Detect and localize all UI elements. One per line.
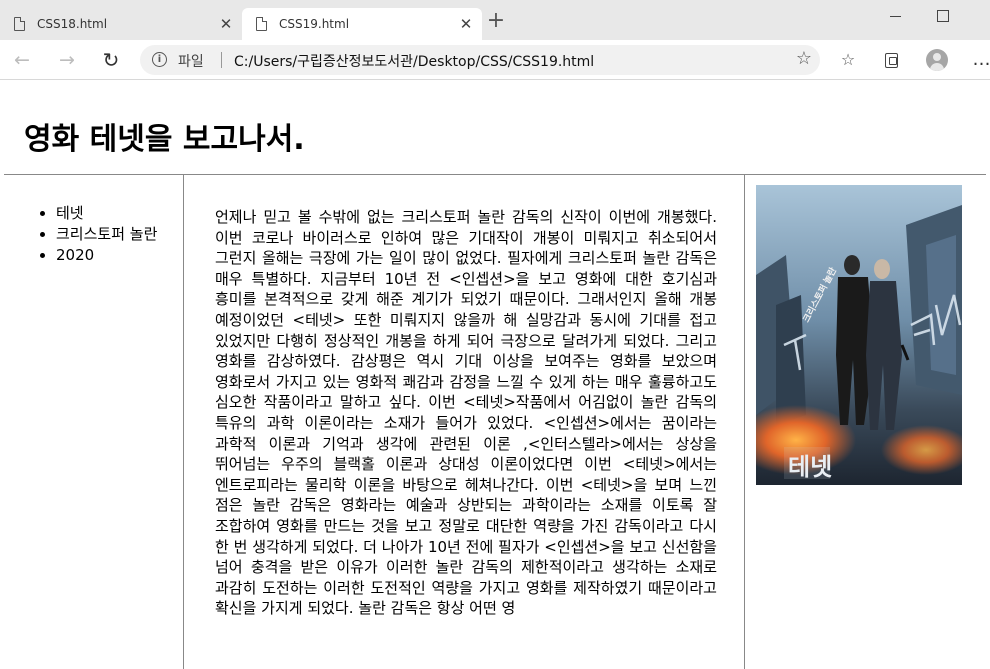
tab-css19[interactable]: CSS19.html ✕: [242, 8, 482, 40]
nav-sidebar: 테넷 크리스토퍼 놀란 2020: [4, 175, 184, 669]
favorites-icon[interactable]: ☆: [836, 48, 860, 72]
info-icon[interactable]: i: [152, 52, 167, 67]
address-scheme-label: 파일: [178, 54, 204, 70]
tab-css18[interactable]: CSS18.html ✕: [0, 8, 242, 40]
aside-divider: [744, 175, 745, 669]
tab-title: CSS18.html: [37, 17, 108, 31]
poster-korean-title: 테넷: [788, 454, 832, 481]
address-divider: [221, 52, 222, 68]
document-icon: [256, 17, 267, 31]
page-title: 영화 테넷을 보고나서.: [24, 122, 305, 157]
nav-list: 테넷 크리스토퍼 놀란 2020: [34, 203, 157, 266]
poster-image: 테넷 크리스토퍼 놀란: [756, 185, 962, 485]
address-bar[interactable]: i 파일 C:/Users/구립증산정보도서관/Desktop/CSS/CSS1…: [140, 45, 820, 75]
forward-icon[interactable]: →: [55, 48, 79, 72]
article-body: 언제나 믿고 볼 수밖에 없는 크리스토퍼 놀란 감독의 신작이 이번에 개봉했…: [215, 208, 717, 618]
web-page: 영화 테넷을 보고나서. 테넷 크리스토퍼 놀란 2020 언제나 믿고 볼 수…: [0, 80, 990, 669]
profile-icon[interactable]: [926, 49, 948, 71]
star-icon[interactable]: ☆: [796, 48, 812, 69]
more-icon[interactable]: …: [970, 48, 990, 72]
new-tab-button[interactable]: +: [486, 10, 506, 32]
close-icon[interactable]: ✕: [458, 16, 474, 32]
nav-item: 2020: [56, 245, 157, 266]
collections-icon[interactable]: [880, 48, 904, 72]
maximize-button[interactable]: [930, 6, 954, 26]
address-url[interactable]: C:/Users/구립증산정보도서관/Desktop/CSS/CSS19.htm…: [234, 51, 594, 71]
nav-item: 크리스토퍼 놀란: [56, 224, 157, 245]
tab-title: CSS19.html: [279, 17, 350, 31]
page-header: 영화 테넷을 보고나서.: [4, 80, 986, 175]
close-icon[interactable]: ✕: [218, 16, 234, 32]
minimize-button[interactable]: [884, 6, 908, 26]
movie-poster: 테넷 크리스토퍼 놀란: [756, 185, 962, 485]
document-icon: [14, 17, 25, 31]
reload-icon[interactable]: ↻: [99, 48, 123, 72]
tab-strip: CSS18.html ✕ CSS19.html ✕ +: [0, 0, 990, 40]
back-icon[interactable]: ←: [10, 48, 34, 72]
nav-item: 테넷: [56, 203, 157, 224]
browser-toolbar: ← → ↻ i 파일 C:/Users/구립증산정보도서관/Desktop/CS…: [0, 40, 990, 80]
